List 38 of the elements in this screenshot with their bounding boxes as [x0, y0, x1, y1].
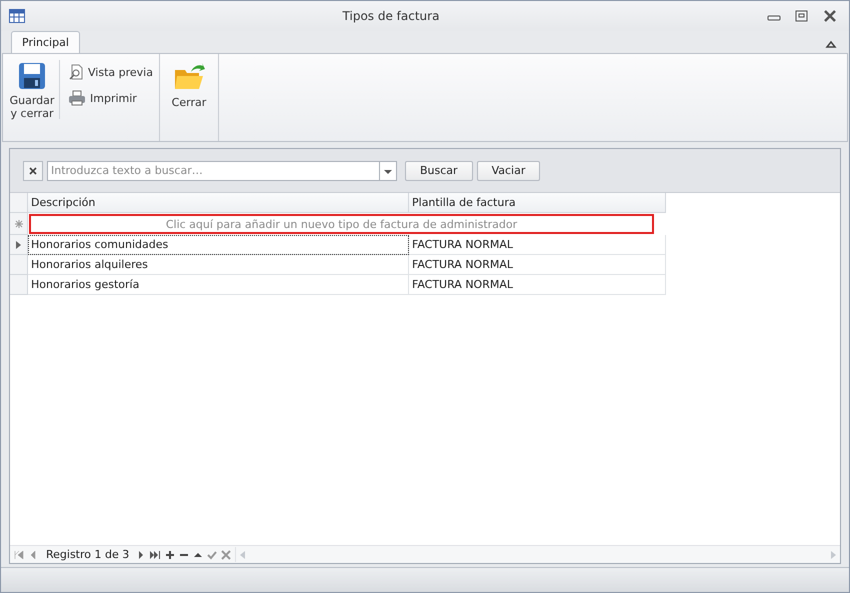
ribbon-button[interactable]: Guardar y cerrar — [9, 60, 55, 122]
ribbon-tab[interactable]: Principal — [11, 31, 80, 53]
ribbon-button[interactable]: Cerrar — [166, 60, 212, 111]
previous-icon[interactable] — [28, 550, 38, 560]
collapse-ribbon-icon[interactable] — [825, 39, 837, 49]
table-icon — [9, 9, 25, 23]
magnifier-page-icon — [68, 64, 84, 80]
button-label: Cerrar — [172, 96, 206, 109]
current-row-icon — [16, 240, 21, 248]
window-title: Tipos de factura — [342, 9, 440, 23]
table-cell: FACTURA NORMAL — [409, 255, 666, 275]
search-field[interactable]: Introduzca texto a buscar… — [47, 160, 379, 180]
column-header[interactable]: Descripción — [28, 193, 409, 213]
table-cell: FACTURA NORMAL — [409, 275, 666, 295]
column-header[interactable]: Plantilla de factura — [409, 193, 666, 213]
table-cell: Honorarios gestoría — [28, 275, 409, 295]
table-cell: FACTURA NORMAL — [409, 235, 666, 255]
new-row-icon — [14, 220, 22, 228]
row-indicator[interactable] — [10, 235, 28, 255]
check-icon[interactable] — [207, 550, 218, 560]
folder-icon — [172, 62, 205, 92]
first-icon[interactable] — [14, 550, 24, 560]
ribbon-button[interactable]: Imprimir — [68, 90, 153, 106]
printer-icon — [68, 90, 86, 106]
ribbon-button[interactable]: Vista previa — [68, 64, 153, 80]
button-label: Guardar y cerrar — [9, 94, 55, 120]
record-counter: Registro 1 de 3 — [45, 548, 130, 561]
table-cell: Honorarios alquileres — [28, 255, 409, 275]
clear-search-button[interactable] — [23, 160, 43, 180]
cancel-icon[interactable] — [221, 550, 232, 560]
last-icon[interactable] — [149, 550, 162, 560]
next-icon[interactable] — [137, 550, 146, 560]
close-icon — [29, 166, 37, 174]
search-button[interactable]: Buscar — [405, 160, 473, 180]
add-icon[interactable] — [165, 550, 176, 560]
dropdown-button[interactable] — [379, 160, 397, 180]
search-button[interactable]: Vaciar — [476, 160, 540, 180]
table-cell: Honorarios comunidades — [28, 235, 409, 255]
